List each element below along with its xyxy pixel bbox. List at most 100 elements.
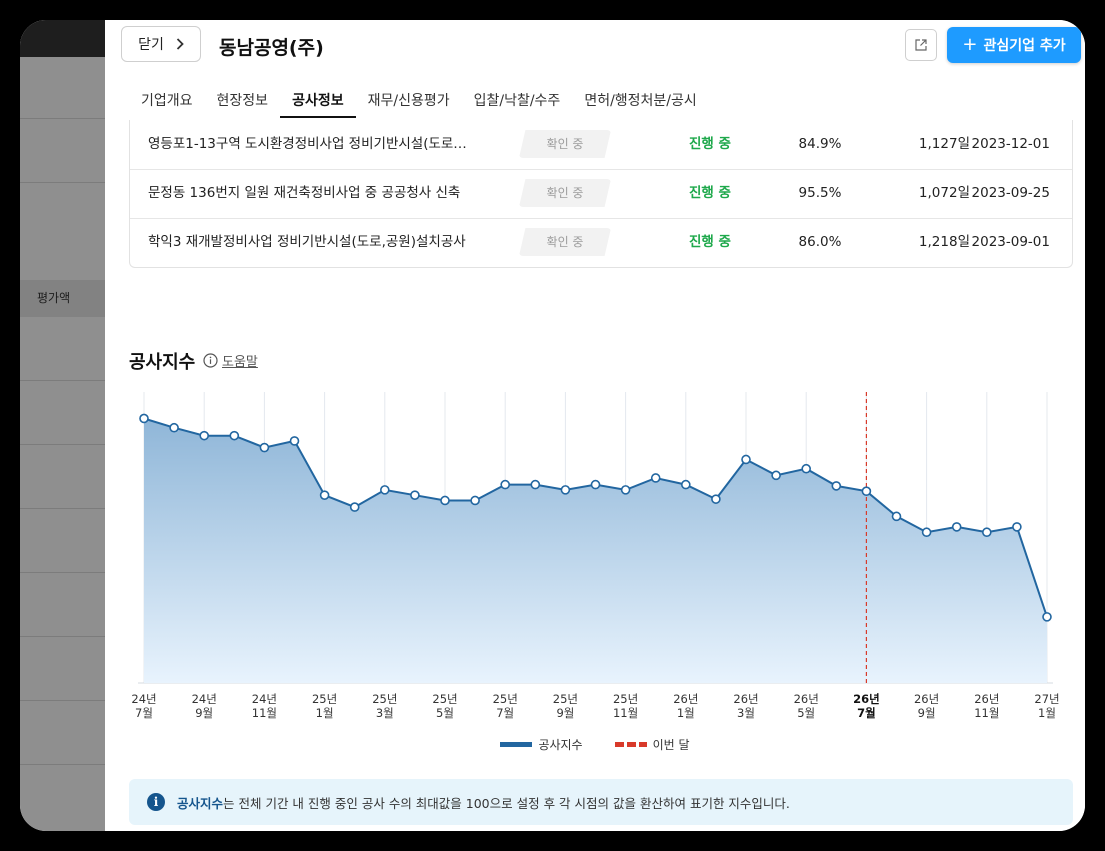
chart-data-point[interactable]: [680, 479, 691, 490]
chart-tick-label: 24년: [192, 692, 217, 706]
help-link[interactable]: 도움말: [203, 351, 258, 370]
chart-tick-label: 9월: [918, 706, 936, 720]
chart-data-point[interactable]: [1012, 522, 1022, 532]
chart-data-point[interactable]: [981, 527, 992, 538]
chart-tick-label: 7월: [857, 706, 876, 720]
background-row-divider: [20, 118, 105, 119]
chart-data-point[interactable]: [891, 511, 902, 522]
info-text: 공사지수는 전체 기간 내 진행 중인 공사 수의 최대값을 100으로 설정 …: [177, 793, 790, 812]
help-label: 도움말: [222, 355, 258, 370]
tab-construction-info[interactable]: 공사정보: [280, 80, 356, 118]
duration-days: 1,218일: [918, 234, 970, 250]
table-row[interactable]: 영등포1-13구역 도시환경정비사업 정비기반시설(도로… 확인 중 진행 중 …: [130, 120, 1072, 170]
chart-data-point[interactable]: [801, 463, 812, 474]
chart-tick-label: 26년: [853, 692, 880, 706]
chart-data-point[interactable]: [951, 522, 962, 532]
chart-tick-label: 5월: [436, 706, 454, 720]
chart-tick-label: 1월: [677, 706, 695, 720]
external-link-icon: [915, 39, 927, 51]
legend-item-series: 공사지수: [500, 736, 583, 753]
chart-tick-label: 9월: [195, 706, 213, 720]
close-button-label: 닫기: [138, 37, 164, 53]
chart-tick-label: 11월: [974, 706, 999, 720]
index-section-title: 공사지수: [129, 352, 196, 373]
project-name: 학익3 재개발정비사업 정비기반시설(도로,공원)설치공사: [148, 234, 466, 250]
chart-data-point[interactable]: [199, 430, 209, 441]
confirm-badge: 확인 중: [519, 228, 611, 256]
tab-company-overview[interactable]: 기업개요: [129, 80, 205, 118]
table-row[interactable]: 학익3 재개발정비사업 정비기반시설(도로,공원)설치공사 확인 중 진행 중 …: [130, 218, 1072, 267]
chart-tick-label: 7월: [135, 706, 153, 720]
chart-data-point[interactable]: [500, 479, 511, 490]
device-frame: 평가액 닫기 동남공영(주) + 관심기업 추가 기업개요 현장정보 공사정보 …: [20, 20, 1085, 831]
chart-tick-label: 25년: [432, 692, 457, 706]
duration-days: 1,072일: [918, 185, 970, 201]
progress-rate: 86.0%: [798, 234, 842, 250]
chart-data-point[interactable]: [139, 413, 149, 424]
background-label: 평가액: [20, 280, 105, 317]
chart-data-point[interactable]: [349, 502, 360, 512]
project-name: 영등포1-13구역 도시환경정비사업 정비기반시설(도로…: [148, 136, 467, 152]
chart-area-fill: [144, 418, 1047, 683]
chart-data-point[interactable]: [921, 527, 932, 538]
add-favorite-label: 관심기업 추가: [983, 38, 1066, 54]
background-row-divider: [20, 182, 105, 183]
chart-tick-label: 11월: [252, 706, 277, 720]
chart-tick-label: 27년: [1034, 692, 1059, 706]
duration-days: 1,127일: [918, 136, 970, 152]
tab-licenses-disclosures[interactable]: 면허/행정처분/공시: [572, 80, 708, 118]
info-icon: i: [147, 793, 165, 811]
chart-tick-label: 1월: [316, 706, 334, 720]
chart-tick-label: 25년: [312, 692, 337, 706]
chart-tick-label: 25년: [553, 692, 578, 706]
chart-tick-label: 7월: [496, 706, 514, 720]
legend-item-current-month: 이번 달: [614, 736, 690, 753]
chart-data-point[interactable]: [650, 473, 661, 483]
chart-tick-label: 25년: [493, 692, 518, 706]
chart-data-point[interactable]: [741, 454, 751, 465]
chart-data-point[interactable]: [289, 436, 300, 446]
legend-label: 이번 달: [652, 738, 690, 752]
chart-data-point[interactable]: [771, 470, 781, 481]
chart-data-point[interactable]: [169, 422, 179, 433]
status-text: 진행 중: [689, 185, 731, 201]
start-date: 2023-09-25: [971, 185, 1050, 201]
chart-tick-label: 24년: [252, 692, 277, 706]
background-row-divider: [20, 636, 105, 637]
start-date: 2023-09-01: [971, 234, 1050, 250]
chart-data-point[interactable]: [861, 486, 872, 497]
chart-data-point[interactable]: [560, 485, 571, 495]
chart-tick-label: 11월: [613, 706, 638, 720]
chart-tick-label: 26년: [914, 692, 939, 706]
chart-data-point[interactable]: [229, 430, 240, 441]
chart-data-point[interactable]: [831, 481, 842, 491]
chart-data-point[interactable]: [590, 479, 601, 490]
status-text: 진행 중: [689, 234, 731, 250]
company-detail-panel: 닫기 동남공영(주) + 관심기업 추가 기업개요 현장정보 공사정보 재무/신…: [105, 20, 1085, 831]
info-body: 는 전체 기간 내 진행 중인 공사 수의 최대값을 100으로 설정 후 각 …: [223, 795, 790, 811]
chart-data-point[interactable]: [1042, 612, 1052, 622]
chart-data-point[interactable]: [620, 485, 631, 495]
background-page: 평가액: [20, 20, 105, 831]
chart-data-point[interactable]: [259, 442, 270, 453]
chart-data-point[interactable]: [410, 490, 420, 500]
background-row-divider: [20, 508, 105, 509]
tab-bar: 기업개요 현장정보 공사정보 재무/신용평가 입찰/낙찰/수주 면허/행정처분/…: [129, 80, 709, 120]
legend-swatch-dashed: [614, 742, 647, 747]
chart-data-point[interactable]: [440, 495, 450, 506]
chart-data-point[interactable]: [379, 485, 390, 495]
tab-bids-awards[interactable]: 입찰/낙찰/수주: [462, 80, 573, 118]
chart-data-point[interactable]: [470, 495, 480, 506]
confirm-badge: 확인 중: [519, 179, 611, 207]
tab-finance-credit[interactable]: 재무/신용평가: [356, 80, 462, 118]
tab-site-info[interactable]: 현장정보: [205, 80, 281, 118]
close-button[interactable]: 닫기: [121, 26, 201, 62]
open-external-button[interactable]: [905, 29, 937, 61]
add-favorite-button[interactable]: + 관심기업 추가: [947, 27, 1081, 63]
chart-data-point[interactable]: [530, 479, 541, 490]
legend-swatch-line: [500, 742, 533, 747]
chart-data-point[interactable]: [711, 494, 721, 504]
table-row[interactable]: 문정동 136번지 일원 재건축정비사업 중 공공청사 신축 확인 중 진행 중…: [130, 169, 1072, 219]
chart-data-point[interactable]: [319, 490, 330, 500]
chart-tick-label: 26년: [673, 692, 698, 706]
